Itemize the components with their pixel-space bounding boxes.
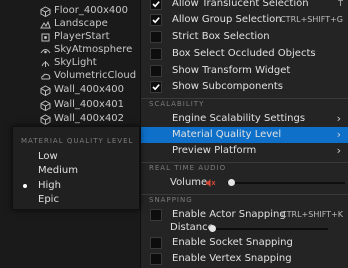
outliner-item-label: Wall_400x401 [54, 99, 125, 110]
menu-item-label: Enable Vertex Snapping [172, 253, 292, 264]
outliner-item-label: Floor_400x400 [54, 5, 128, 16]
check-icon [152, 84, 160, 91]
distance-slider-handle[interactable] [209, 225, 216, 232]
menu-item-label: Allow Group Selection [172, 14, 282, 25]
option-label: High [38, 180, 61, 191]
static-mesh-icon [40, 114, 51, 125]
section-header-snapping: SNAPPING [149, 196, 193, 204]
distance-slider-track[interactable] [212, 228, 328, 230]
outliner-item-label: SkyLight [54, 57, 97, 68]
menu-item-label: Show Transform Widget [172, 65, 291, 76]
static-mesh-icon [40, 100, 51, 111]
outliner-row[interactable]: Wall_400x400 [0, 83, 160, 98]
outliner-item-label: SkyAtmosphere [54, 44, 133, 55]
checkbox[interactable] [150, 0, 162, 10]
divider [141, 98, 348, 99]
outliner-item-label: Wall_400x402 [54, 113, 125, 124]
menu-item-show-transform-widget[interactable]: Show Transform Widget [141, 63, 348, 79]
settings-menu: Allow Translucent Selection T Allow Grou… [140, 0, 348, 268]
check-icon [152, 1, 160, 8]
outliner-item-label: Landscape [54, 18, 108, 29]
sky-atmosphere-icon [40, 49, 51, 54]
menu-item-label: Enable Actor Snapping [172, 209, 286, 220]
option-label: Low [38, 151, 58, 162]
menu-item-label: Material Quality Level [172, 129, 282, 140]
menu-item-label: Preview Platform [172, 145, 257, 156]
distance-label: Distance [170, 222, 214, 233]
outliner-item-label: Wall_400x400 [54, 84, 125, 95]
divider [141, 162, 348, 163]
checkbox[interactable] [150, 31, 162, 43]
menu-item-preview-platform[interactable]: Preview Platform › [141, 143, 348, 159]
checkbox[interactable] [150, 253, 162, 265]
cloud-icon [41, 73, 51, 80]
menu-item-show-subcomponents[interactable]: Show Subcomponents [141, 79, 348, 95]
checkbox[interactable] [150, 81, 162, 93]
menu-item-allow-translucent-selection[interactable]: Allow Translucent Selection T [141, 0, 348, 12]
shortcut-label: CTRL+SHIFT+G [280, 15, 343, 24]
menu-item-enable-socket-snapping[interactable]: Enable Socket Snapping [141, 235, 348, 251]
option-label: Epic [38, 194, 59, 205]
radio-selected-icon [23, 184, 27, 188]
check-icon [152, 17, 160, 24]
chevron-right-icon: › [336, 128, 341, 141]
speaker-muted-icon[interactable] [205, 178, 216, 188]
checkbox[interactable] [150, 65, 162, 77]
quality-option-high[interactable]: High [13, 179, 139, 193]
checkbox[interactable] [150, 14, 162, 26]
outliner-row[interactable]: VolumetricCloud [0, 69, 160, 84]
section-header-scalability: SCALABILITY [149, 100, 205, 108]
player-start-icon [41, 33, 50, 42]
menu-item-label: Allow Translucent Selection [172, 0, 309, 9]
menu-item-label: Enable Socket Snapping [172, 237, 293, 248]
sky-light-icon [41, 61, 50, 67]
menu-item-material-quality-level[interactable]: Material Quality Level › [141, 127, 348, 143]
section-header-real-time-audio: REAL TIME AUDIO [149, 164, 227, 172]
shortcut-label: T [338, 0, 343, 8]
landscape-icon [40, 20, 51, 29]
outliner-row[interactable]: Wall_400x402 [0, 112, 160, 127]
editor-window: Floor_400x400 Landscape PlayerStart SkyA… [0, 0, 348, 268]
checkbox[interactable] [150, 48, 162, 60]
divider [141, 194, 348, 195]
outliner-row[interactable]: Wall_400x401 [0, 98, 160, 113]
menu-item-engine-scalability-settings[interactable]: Engine Scalability Settings › [141, 111, 348, 127]
menu-item-label: Strict Box Selection [172, 31, 270, 42]
outliner-item-label: PlayerStart [54, 31, 110, 42]
submenu-title: MATERIAL QUALITY LEVEL [21, 137, 134, 145]
menu-item-allow-group-selection[interactable]: Allow Group Selection CTRL+SHIFT+G [141, 12, 348, 28]
volume-slider-handle[interactable] [228, 179, 236, 186]
menu-item-label: Engine Scalability Settings [172, 113, 306, 124]
shortcut-label: CTRL+SHIFT+K [281, 210, 343, 219]
quality-option-low[interactable]: Low [13, 150, 139, 164]
chevron-right-icon: › [336, 144, 341, 157]
static-mesh-icon [40, 85, 51, 96]
material-quality-submenu: MATERIAL QUALITY LEVEL Low Medium High E… [12, 126, 140, 210]
outliner-item-label: VolumetricCloud [54, 70, 137, 81]
volume-label: Volume [170, 177, 208, 188]
volume-row: Volume [141, 175, 348, 191]
menu-item-label: Show Subcomponents [172, 81, 283, 92]
menu-item-label: Box Select Occluded Objects [172, 48, 316, 59]
quality-option-medium[interactable]: Medium [13, 164, 139, 178]
menu-item-box-select-occluded-objects[interactable]: Box Select Occluded Objects [141, 46, 348, 62]
chevron-right-icon: › [336, 112, 341, 125]
distance-row: Distance [141, 220, 348, 236]
checkbox[interactable] [150, 237, 162, 249]
option-label: Medium [38, 165, 78, 176]
menu-item-enable-vertex-snapping[interactable]: Enable Vertex Snapping [141, 251, 348, 267]
volume-slider-track[interactable] [227, 182, 345, 184]
menu-item-strict-box-selection[interactable]: Strict Box Selection [141, 29, 348, 45]
quality-option-epic[interactable]: Epic [13, 193, 139, 207]
static-mesh-icon [40, 6, 51, 17]
